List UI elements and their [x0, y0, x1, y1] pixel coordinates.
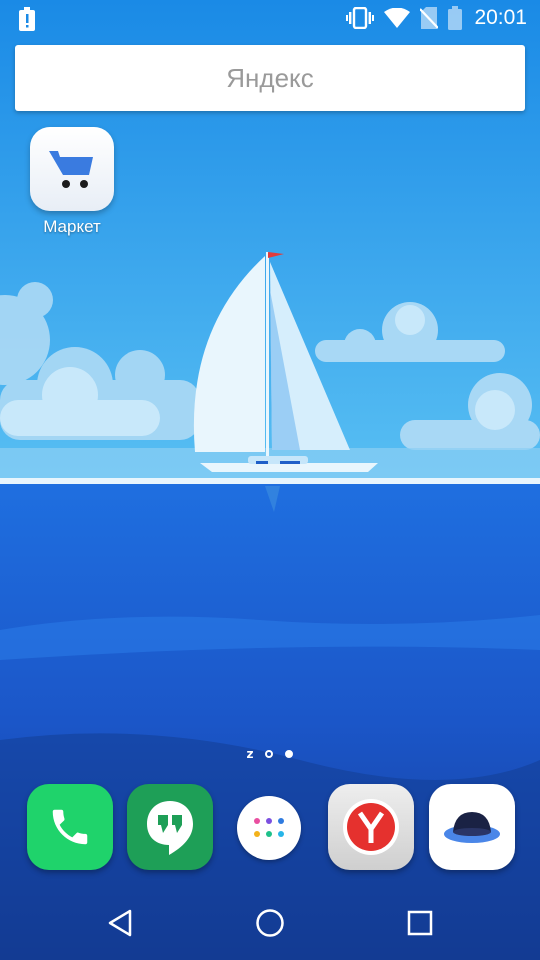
- yandex-browser-icon: [343, 799, 399, 855]
- cart-icon: [49, 151, 93, 188]
- all-apps-icon: [254, 818, 284, 837]
- yandex-disk-app[interactable]: [429, 784, 515, 870]
- wifi-icon: [384, 8, 411, 28]
- phone-app[interactable]: [27, 784, 113, 870]
- page-dot-2-active[interactable]: [285, 750, 294, 758]
- home-button[interactable]: [240, 896, 300, 950]
- alert-battery-icon: [18, 7, 36, 37]
- back-icon: [108, 909, 132, 937]
- recents-button[interactable]: [390, 896, 450, 950]
- shortcut-label: Маркет: [43, 217, 101, 236]
- battery-icon: [448, 6, 463, 30]
- search-input[interactable]: Яндекс: [15, 45, 525, 111]
- recents-icon: [407, 910, 433, 936]
- hangouts-app[interactable]: [127, 784, 213, 870]
- page-indicator[interactable]: z: [0, 742, 540, 766]
- navigation-bar: [0, 886, 540, 960]
- all-apps-button[interactable]: [237, 796, 301, 860]
- clock: 20:01: [474, 6, 527, 29]
- dock: [0, 784, 540, 874]
- home-icon: [256, 909, 284, 937]
- page-dot-1[interactable]: [265, 750, 274, 758]
- back-button[interactable]: [90, 896, 150, 950]
- market-app-icon[interactable]: [30, 127, 114, 211]
- no-sim-icon: [420, 7, 439, 29]
- shortcut-market[interactable]: Маркет: [22, 127, 122, 237]
- phone-icon: [52, 809, 88, 845]
- status-bar: 20:01: [0, 0, 540, 38]
- hangouts-icon: [147, 801, 193, 855]
- yandex-disk-icon: [444, 812, 500, 843]
- yandex-browser-app[interactable]: [328, 784, 414, 870]
- zen-page-marker[interactable]: z: [247, 747, 254, 761]
- vibrate-icon: [346, 7, 375, 29]
